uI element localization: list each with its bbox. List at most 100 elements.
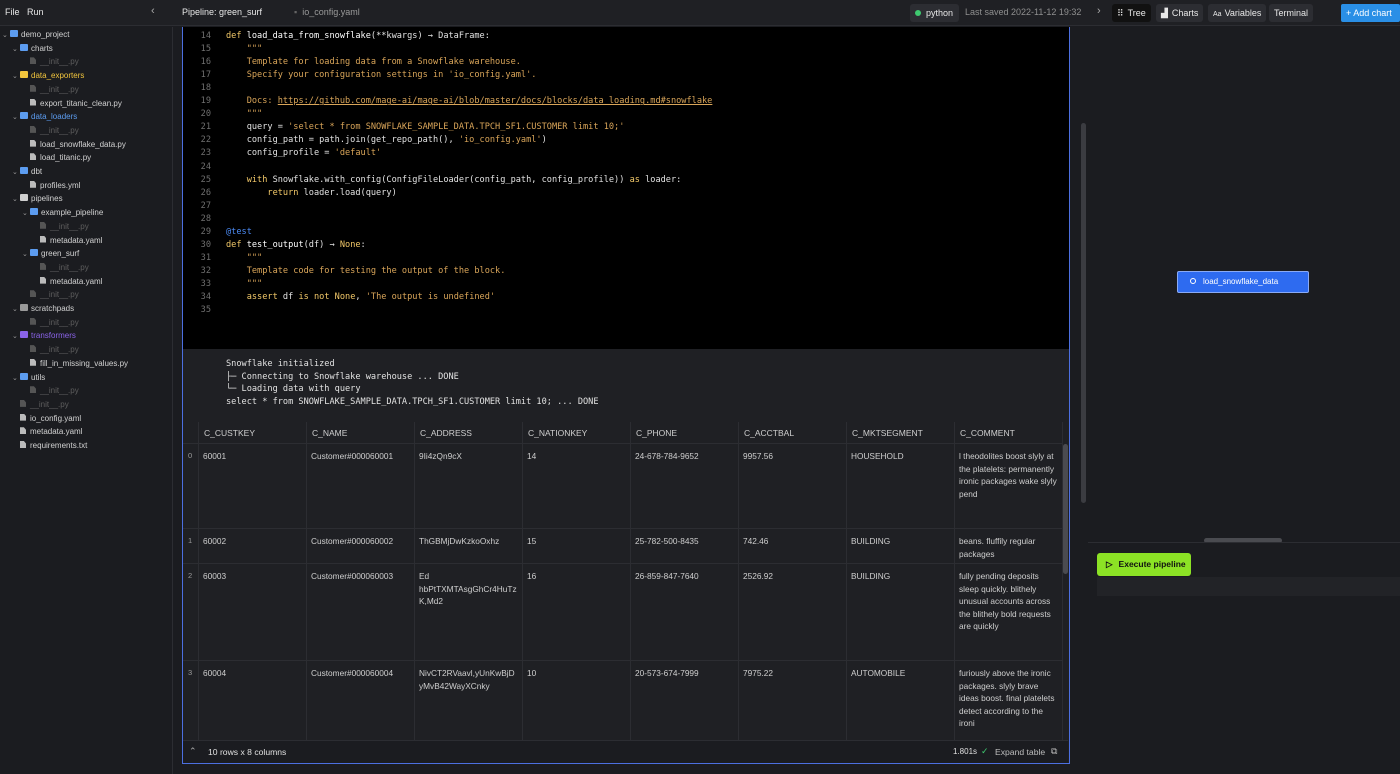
code-line[interactable]: 31 """ — [183, 252, 263, 265]
table-column-header[interactable]: C_PHONE — [631, 422, 739, 444]
table-column-header[interactable]: C_COMMENT — [955, 422, 1063, 444]
tree-folder[interactable]: ⌄ green_surf — [22, 247, 79, 260]
code-token: 'The output is undefined' — [365, 292, 496, 302]
tree-file[interactable]: fill_in_missing_values.py — [22, 357, 128, 370]
chevron-right-icon[interactable]: › — [1097, 5, 1101, 17]
line-number: 30 — [200, 239, 211, 250]
chevron-down-icon[interactable]: ⌄ — [12, 303, 20, 316]
execute-pipeline-button[interactable]: ▷ Execute pipeline — [1097, 553, 1191, 576]
tree-folder[interactable]: ⌄ charts — [12, 42, 53, 55]
code-line[interactable]: 17 Specify your configuration settings i… — [183, 69, 537, 82]
code-token: ) — [541, 135, 547, 146]
tree-file[interactable]: profiles.yml — [22, 179, 80, 192]
table-cell: HOUSEHOLD — [847, 444, 955, 529]
tree-file[interactable]: __init__.py — [22, 288, 79, 301]
tree-folder[interactable]: ⌄ pipelines — [12, 192, 63, 205]
table-column-header[interactable]: C_ACCTBAL — [739, 422, 847, 444]
code-line[interactable]: 27 — [183, 200, 226, 213]
tree-file[interactable]: export_titanic_clean.py — [22, 97, 122, 110]
tree-file[interactable]: load_snowflake_data.py — [22, 138, 126, 151]
tree-file[interactable]: __init__.py — [32, 220, 89, 233]
chevron-down-icon[interactable]: ⌄ — [2, 29, 10, 42]
tree-file[interactable]: metadata.yaml — [12, 425, 82, 438]
code-line[interactable]: 33 """ — [183, 278, 263, 291]
expand-table-link[interactable]: Expand table — [995, 747, 1045, 757]
tree-folder[interactable]: ⌄ example_pipeline — [22, 206, 103, 219]
tree-tab-button[interactable]: ⠿ Tree — [1112, 4, 1151, 22]
tree-file[interactable]: requirements.txt — [12, 439, 87, 452]
tree-file[interactable]: __init__.py — [22, 55, 79, 68]
tree-folder[interactable]: ⌄ scratchpads — [12, 302, 74, 315]
chevron-up-icon[interactable]: ⌃ — [189, 746, 197, 757]
chevron-down-icon[interactable]: ⌄ — [22, 207, 30, 220]
tree-file[interactable]: __init__.py — [22, 384, 79, 397]
chevron-down-icon[interactable]: ⌄ — [12, 70, 20, 83]
chevron-down-icon[interactable]: ⌄ — [12, 193, 20, 206]
code-line[interactable]: 22 config_path = path.join(get_repo_path… — [183, 134, 547, 147]
tree-file[interactable]: __init__.py — [22, 83, 79, 96]
tree-file[interactable]: load_titanic.py — [22, 151, 91, 164]
table-column-header[interactable]: C_MKTSEGMENT — [847, 422, 955, 444]
table-column-header[interactable]: C_ADDRESS — [415, 422, 523, 444]
file-menu[interactable]: File — [5, 7, 20, 17]
code-line[interactable]: 23 config_profile = 'default' — [183, 147, 382, 160]
code-line[interactable]: 21 query = 'select * from SNOWFLAKE_SAMP… — [183, 121, 625, 134]
chevron-left-icon[interactable]: ‹ — [151, 5, 155, 17]
code-line[interactable]: 24 — [183, 161, 226, 174]
code-line[interactable]: 15 """ — [183, 43, 263, 56]
chevron-down-icon[interactable]: ⌄ — [12, 111, 20, 124]
code-editor[interactable]: 14 def load_data_from_snowflake(**kwargs)… — [182, 27, 1070, 349]
code-line[interactable]: 28 — [183, 213, 226, 226]
charts-tab-button[interactable]: ▟ Charts — [1156, 4, 1204, 22]
chevron-down-icon[interactable]: ⌄ — [12, 330, 20, 343]
code-line[interactable]: 26 return loader.load(query) — [183, 187, 397, 200]
add-chart-button[interactable]: + Add chart — [1341, 4, 1400, 22]
tree-file[interactable]: __init__.py — [32, 261, 89, 274]
code-line[interactable]: 35 — [183, 304, 226, 317]
code-line[interactable]: 29 @test — [183, 226, 252, 239]
tab-io-config[interactable]: ▪ io_config.yaml — [294, 7, 360, 17]
chevron-down-icon[interactable]: ⌄ — [12, 166, 20, 179]
tree-folder[interactable]: ⌄ transformers — [12, 329, 76, 342]
tree-file[interactable]: io_config.yaml — [12, 412, 81, 425]
code-line[interactable]: 20 """ — [183, 108, 263, 121]
tree-item-label: metadata.yaml — [50, 235, 103, 245]
tree-file[interactable]: metadata.yaml — [32, 275, 102, 288]
main-scrollbar[interactable] — [1081, 123, 1086, 503]
code-line[interactable]: 34 assert df is not None, 'The output is… — [183, 291, 495, 304]
table-column-header[interactable]: C_CUSTKEY — [199, 422, 307, 444]
tree-file[interactable]: __init__.py — [22, 316, 79, 329]
chevron-down-icon[interactable]: ⌄ — [22, 248, 30, 261]
table-column-header[interactable]: C_NAME — [307, 422, 415, 444]
chevron-down-icon[interactable]: ⌄ — [12, 43, 20, 56]
tree-item-label: data_exporters — [31, 71, 85, 81]
panel-divider[interactable] — [1088, 542, 1400, 543]
docs-link[interactable]: https://github.com/mage-ai/mage-ai/blob/… — [278, 96, 713, 106]
code-line[interactable]: 16 Template for loading data from a Snow… — [183, 56, 521, 69]
external-link-icon[interactable]: ⧉ — [1051, 746, 1057, 757]
variables-tab-button[interactable]: Aa Variables — [1208, 4, 1267, 22]
tree-file[interactable]: metadata.yaml — [32, 234, 102, 247]
tree-folder[interactable]: ⌄ data_loaders — [12, 110, 77, 123]
code-line[interactable]: 25 with Snowflake.with_config(ConfigFile… — [183, 174, 682, 187]
tree-folder[interactable]: ⌄ demo_project — [2, 28, 69, 41]
run-menu[interactable]: Run — [27, 7, 44, 17]
tree-folder[interactable]: ⌄ dbt — [12, 165, 42, 178]
tree-file[interactable]: __init__.py — [22, 124, 79, 137]
table-column-header[interactable]: C_NATIONKEY — [523, 422, 631, 444]
tab-pipeline[interactable]: Pipeline: green_surf — [182, 7, 262, 17]
code-line[interactable]: 30 def test_output(df) → None: — [183, 239, 366, 252]
code-line[interactable]: 18 — [183, 82, 226, 95]
chevron-down-icon[interactable]: ⌄ — [12, 372, 20, 385]
code-line[interactable]: 32 Template code for testing the output … — [183, 265, 506, 278]
tree-folder[interactable]: ⌄ utils — [12, 371, 45, 384]
code-line[interactable]: 19 Docs: https://github.com/mage-ai/mage… — [183, 95, 713, 108]
code-token: 'io_config.yaml' — [458, 135, 542, 146]
table-scrollbar[interactable] — [1063, 444, 1068, 574]
tree-file[interactable]: __init__.py — [12, 398, 69, 411]
tree-file[interactable]: __init__.py — [22, 343, 79, 356]
tree-folder[interactable]: ⌄ data_exporters — [12, 69, 84, 82]
graph-node-load-snowflake-data[interactable]: load_snowflake_data — [1177, 271, 1309, 293]
terminal-tab-button[interactable]: Terminal — [1269, 4, 1314, 22]
code-line[interactable]: 14 def load_data_from_snowflake(**kwargs)… — [183, 30, 490, 43]
